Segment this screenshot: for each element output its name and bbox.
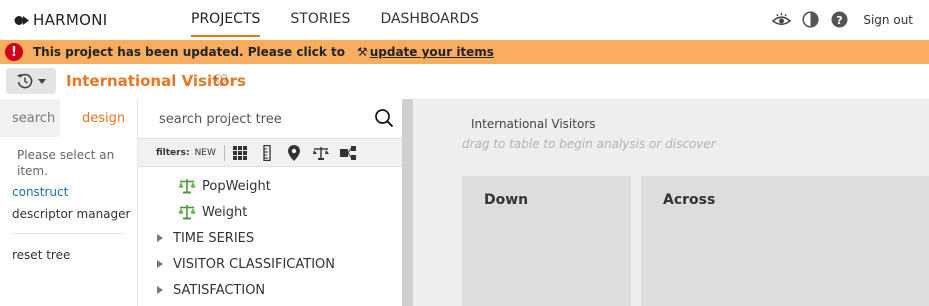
scale-icon bbox=[178, 205, 196, 220]
caret-right-icon[interactable] bbox=[157, 234, 163, 242]
tree-search-input[interactable]: search project tree bbox=[159, 112, 282, 127]
chevron-down-icon bbox=[38, 78, 46, 84]
analysis-workspace: International Visitors drag to table to … bbox=[413, 99, 929, 306]
tab-search[interactable]: search bbox=[0, 99, 60, 137]
tree-folder-satisfaction[interactable]: SATISFACTION bbox=[138, 277, 402, 303]
tree-folder-time-series[interactable]: TIME SERIES bbox=[138, 225, 402, 251]
nav-dashboards[interactable]: DASHBOARDS bbox=[380, 11, 479, 37]
table-icon[interactable] bbox=[231, 145, 249, 161]
tree-folder-visitor-classification[interactable]: VISITOR CLASSIFICATION bbox=[138, 251, 402, 277]
across-label: Across bbox=[663, 192, 716, 208]
location-icon[interactable] bbox=[285, 144, 303, 161]
select-item-message: Please select an item. bbox=[17, 148, 115, 178]
project-header: International Visitors ♡ bbox=[0, 64, 929, 99]
history-icon bbox=[17, 73, 33, 89]
filters-label: filters: bbox=[156, 147, 190, 158]
left-tabs: search design bbox=[0, 99, 137, 137]
contrast-icon[interactable] bbox=[801, 10, 820, 29]
help-icon[interactable]: ? bbox=[830, 10, 849, 29]
filter-new[interactable]: NEW bbox=[195, 148, 216, 158]
tree-item-label: Weight bbox=[202, 204, 248, 220]
tree-item-label: PopWeight bbox=[202, 178, 271, 194]
brand-name: HARMONI bbox=[33, 11, 108, 29]
scale-icon bbox=[178, 179, 196, 194]
update-banner[interactable]: ! This project has been updated. Please … bbox=[0, 40, 929, 64]
workspace-title: International Visitors bbox=[471, 117, 596, 131]
workspace-hint: drag to table to begin analysis or disco… bbox=[462, 137, 716, 151]
across-drop-zone[interactable]: Across bbox=[641, 176, 929, 306]
sign-out-link[interactable]: Sign out bbox=[863, 13, 913, 27]
tree-folder-label: SATISFACTION bbox=[173, 282, 266, 298]
down-drop-zone[interactable]: Down bbox=[462, 176, 631, 306]
search-icon[interactable] bbox=[374, 108, 394, 128]
reset-tree-link[interactable]: reset tree bbox=[12, 248, 137, 262]
alert-icon: ! bbox=[5, 43, 23, 61]
filter-divider bbox=[223, 144, 225, 161]
construct-link[interactable]: construct bbox=[12, 185, 137, 199]
tools-icon: ⚒ bbox=[356, 45, 368, 59]
favorite-heart-icon[interactable]: ♡ bbox=[214, 71, 228, 90]
ruler-icon[interactable] bbox=[258, 144, 276, 161]
caret-right-icon[interactable] bbox=[157, 260, 163, 268]
divider bbox=[12, 233, 123, 234]
main-nav: PROJECTS STORIES DASHBOARDS bbox=[191, 11, 479, 37]
tree-item-weight[interactable]: Weight bbox=[138, 199, 402, 225]
nav-stories[interactable]: STORIES bbox=[290, 11, 350, 37]
descriptor-manager-link[interactable]: descriptor manager bbox=[12, 207, 137, 221]
banner-message: This project has been updated. Please cl… bbox=[33, 45, 345, 59]
caret-right-icon[interactable] bbox=[157, 286, 163, 294]
tab-design[interactable]: design bbox=[60, 99, 137, 137]
tree-folder-label: TIME SERIES bbox=[173, 230, 255, 246]
filter-bar: filters: NEW bbox=[138, 139, 402, 167]
harmoni-logo[interactable]: HARMONI bbox=[14, 11, 107, 29]
logo-icon bbox=[14, 14, 31, 27]
top-nav-bar: HARMONI PROJECTS STORIES DASHBOARDS ? Si… bbox=[0, 0, 929, 40]
panel-splitter[interactable] bbox=[402, 99, 413, 306]
svg-text:?: ? bbox=[837, 14, 843, 27]
nav-projects[interactable]: PROJECTS bbox=[191, 11, 261, 37]
left-panel: search design Please select an item. con… bbox=[0, 99, 137, 306]
balance-icon[interactable] bbox=[312, 145, 330, 161]
update-items-link[interactable]: update your items bbox=[370, 45, 494, 59]
top-icons: ? Sign out bbox=[762, 10, 913, 29]
project-tree: PopWeight Weight TIME SERIES VISITOR CLA… bbox=[138, 167, 402, 303]
tree-search-box[interactable]: search project tree bbox=[138, 99, 402, 139]
project-tree-panel: search project tree filters: NEW PopWeig… bbox=[137, 99, 402, 306]
down-label: Down bbox=[484, 192, 529, 208]
eye-icon[interactable] bbox=[772, 10, 792, 29]
flow-icon[interactable] bbox=[339, 145, 357, 161]
tree-folder-label: VISITOR CLASSIFICATION bbox=[173, 256, 336, 272]
history-dropdown-button[interactable] bbox=[6, 68, 56, 94]
tree-item-popweight[interactable]: PopWeight bbox=[138, 173, 402, 199]
